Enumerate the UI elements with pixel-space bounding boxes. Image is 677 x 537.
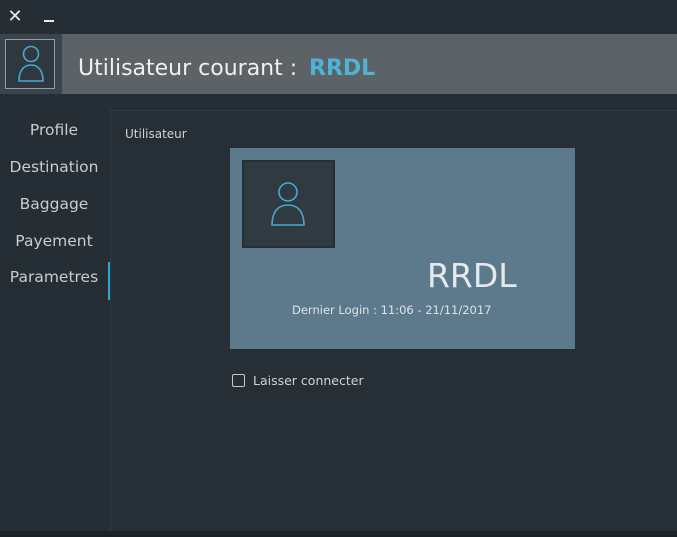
minimize-icon[interactable] <box>39 6 59 28</box>
stay-connected-checkbox[interactable] <box>232 373 245 387</box>
sidebar-item-destination[interactable]: Destination <box>0 151 108 183</box>
sidebar-item-payement[interactable]: Payement <box>0 225 108 257</box>
current-user-name: RRDL <box>309 56 376 81</box>
close-icon[interactable]: ✕ <box>5 6 25 28</box>
sidebar-item-baggage[interactable]: Baggage <box>0 188 108 220</box>
user-icon <box>271 182 305 226</box>
section-title: Utilisateur <box>125 127 187 141</box>
app-window: ✕ Utilisateur courant : RRDL Profile Des… <box>0 0 677 537</box>
user-card: RRDL Dernier Login : 11:06 - 21/11/2017 <box>230 148 575 349</box>
last-login-text: Dernier Login : 11:06 - 21/11/2017 <box>292 303 492 317</box>
user-icon <box>18 45 44 82</box>
sidebar-nav: Profile Destination Baggage Payement Par… <box>0 110 110 530</box>
current-user-label: Utilisateur courant : <box>78 56 298 81</box>
user-card-avatar <box>242 160 335 248</box>
user-card-name: RRDL <box>427 256 517 295</box>
settings-panel: Utilisateur RRDL Dernier Login : 11:06 -… <box>110 110 677 531</box>
stay-connected-label[interactable]: Laisser connecter <box>253 373 364 388</box>
header-avatar <box>0 34 62 94</box>
stay-connected-option[interactable]: Laisser connecter <box>232 371 364 389</box>
sidebar-item-profile[interactable]: Profile <box>0 114 108 146</box>
sidebar-item-parametres[interactable]: Parametres <box>0 261 110 300</box>
title-bar: ✕ <box>0 0 677 34</box>
window-bottom-edge <box>0 531 677 537</box>
header-bar: Utilisateur courant : RRDL <box>0 34 677 94</box>
